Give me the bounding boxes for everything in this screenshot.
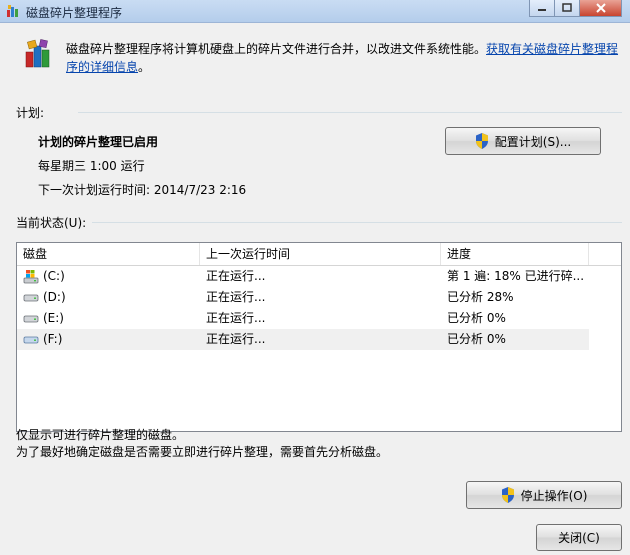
description: 磁盘碎片整理程序将计算机硬盘上的碎片文件进行合并，以改进文件系统性能。获取有关磁…	[66, 40, 622, 76]
note-analyze-first: 为了最好地确定磁盘是否需要立即进行碎片整理，需要首先分析磁盘。	[16, 445, 389, 459]
column-header-last-run[interactable]: 上一次运行时间	[200, 243, 441, 265]
close-button[interactable]: 关闭(C)	[536, 524, 622, 551]
status-separator	[92, 222, 622, 223]
disk-name: (E:)	[43, 311, 64, 325]
disk-last-run: 正在运行...	[206, 269, 266, 283]
schedule-frequency: 每星期三 1:00 运行	[38, 159, 145, 173]
hard-drive-icon	[23, 336, 39, 344]
minimize-icon	[538, 9, 546, 11]
disk-list[interactable]: 磁盘 上一次运行时间 进度 (C:) 正在运行... 第 1 遍: 18% 已进…	[16, 242, 622, 432]
disk-progress: 已分析 0%	[447, 311, 506, 325]
system-drive-icon	[23, 270, 39, 284]
hard-drive-icon	[23, 315, 39, 323]
schedule-next-run: 下一次计划运行时间: 2014/7/23 2:16	[38, 183, 247, 197]
disk-last-run: 正在运行...	[206, 332, 266, 346]
window-title: 磁盘碎片整理程序	[26, 6, 123, 20]
disk-last-run: 正在运行...	[206, 311, 266, 325]
disk-name: (C:)	[43, 269, 65, 283]
configure-schedule-button[interactable]: 配置计划(S)...	[445, 127, 601, 155]
description-text: 磁盘碎片整理程序将计算机硬盘上的碎片文件进行合并，以改进文件系统性能。	[66, 42, 487, 56]
defrag-icon	[25, 39, 50, 68]
disk-progress: 第 1 遍: 18% 已进行碎...	[447, 269, 585, 283]
schedule-status: 计划的碎片整理已启用	[38, 135, 159, 149]
disk-row-e[interactable]: (E:) 正在运行... 已分析 0%	[17, 308, 589, 329]
uac-shield-icon	[475, 133, 488, 149]
window-controls	[529, 0, 622, 18]
stop-operation-button[interactable]: 停止操作(O)	[466, 481, 622, 509]
description-tail: 。	[138, 60, 151, 74]
disk-last-run: 正在运行...	[206, 290, 266, 304]
title-bar: 磁盘碎片整理程序	[0, 0, 630, 23]
minimize-button[interactable]	[529, 0, 555, 17]
schedule-group-label: 计划:	[16, 106, 45, 120]
note-defraggable-disks: 仅显示可进行碎片整理的磁盘。	[16, 428, 185, 442]
status-group-label: 当前状态(U):	[16, 216, 87, 230]
maximize-button[interactable]	[554, 0, 580, 17]
disk-list-header: 磁盘 上一次运行时间 进度	[17, 243, 621, 266]
disk-row-f[interactable]: (F:) 正在运行... 已分析 0%	[17, 329, 589, 350]
uac-shield-icon	[501, 487, 514, 503]
close-icon	[595, 3, 606, 13]
disk-progress: 已分析 28%	[447, 290, 514, 304]
disk-progress: 已分析 0%	[447, 332, 506, 346]
close-button-label: 关闭(C)	[558, 531, 600, 545]
disk-row-d[interactable]: (D:) 正在运行... 已分析 28%	[17, 287, 589, 308]
disk-name: (F:)	[43, 332, 63, 346]
maximize-icon	[562, 3, 572, 12]
disk-row-c[interactable]: (C:) 正在运行... 第 1 遍: 18% 已进行碎...	[17, 266, 589, 287]
dialog-content: 磁盘碎片整理程序将计算机硬盘上的碎片文件进行合并，以改进文件系统性能。获取有关磁…	[0, 23, 630, 555]
column-header-disk[interactable]: 磁盘	[17, 243, 200, 265]
close-window-button[interactable]	[579, 0, 622, 17]
schedule-separator	[78, 112, 622, 113]
column-header-progress[interactable]: 进度	[441, 243, 589, 265]
configure-schedule-label: 配置计划(S)...	[494, 134, 572, 149]
disk-name: (D:)	[43, 290, 66, 304]
stop-operation-label: 停止操作(O)	[520, 488, 588, 503]
defrag-app-icon	[7, 5, 18, 17]
hard-drive-icon	[23, 294, 39, 302]
